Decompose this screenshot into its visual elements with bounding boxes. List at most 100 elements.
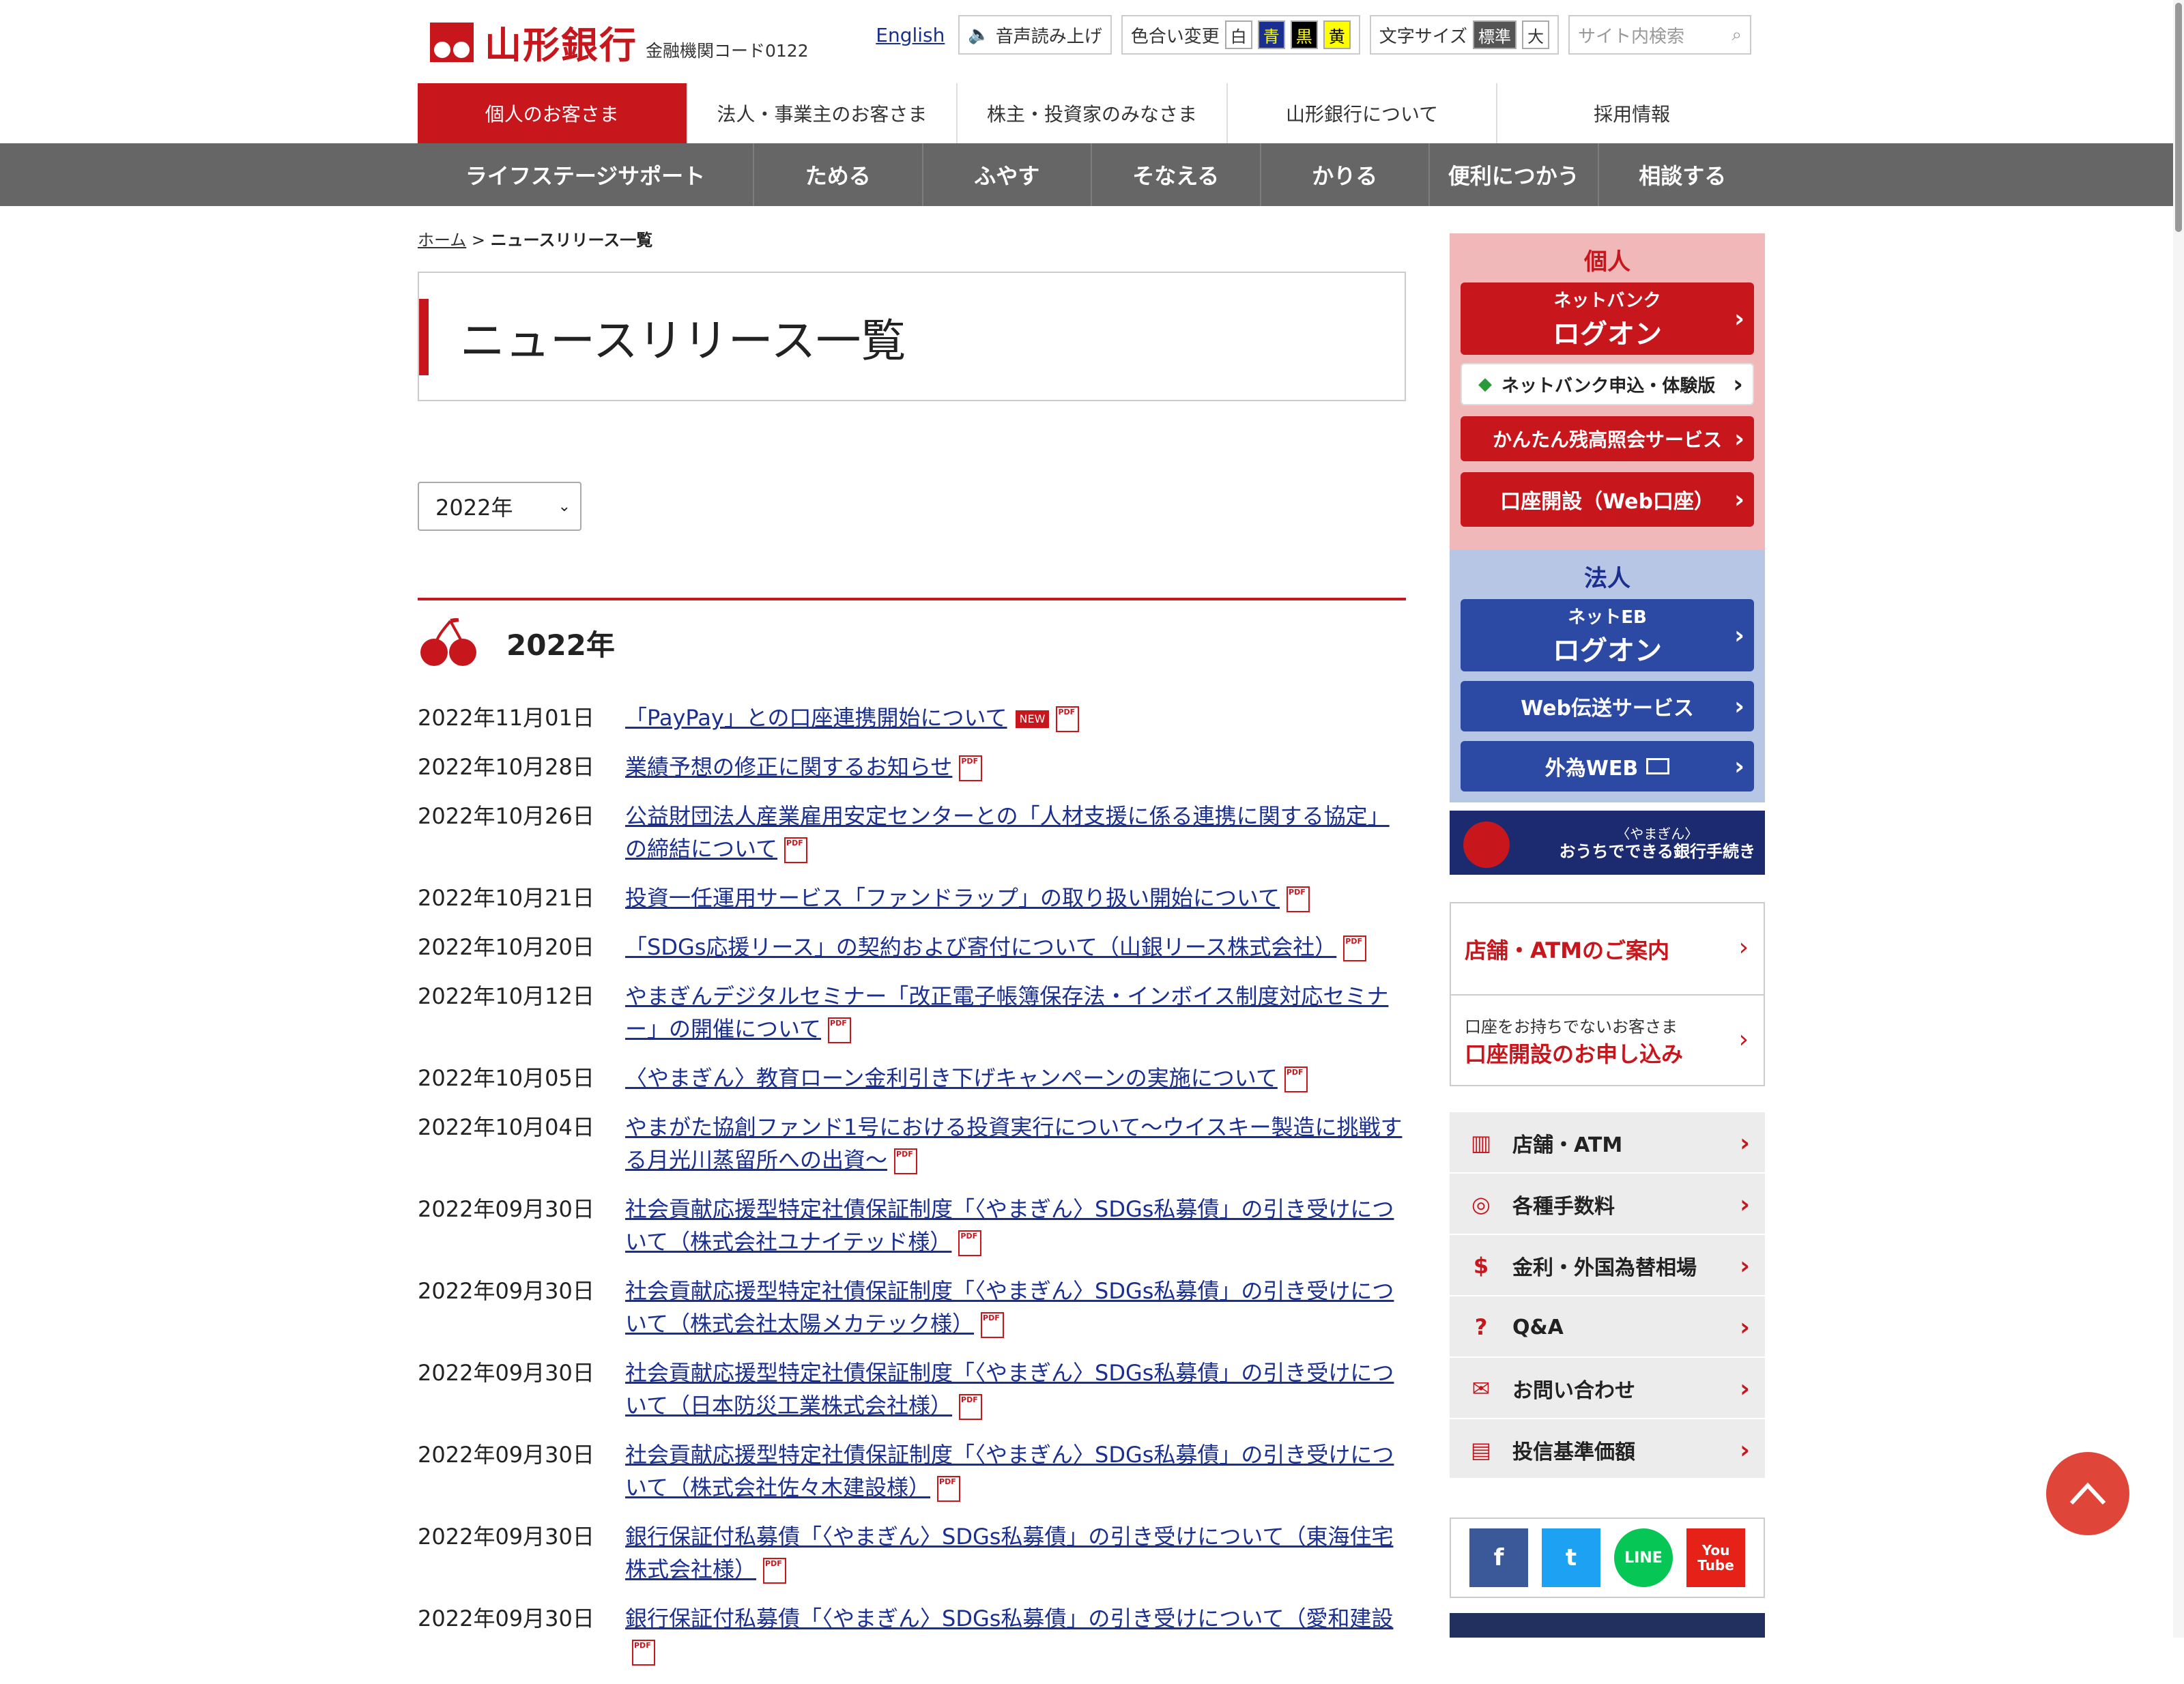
pdf-icon[interactable] bbox=[959, 745, 983, 781]
news-title-link[interactable]: 銀行保証付私募債「〈やまぎん〉SDGs私募債」の引き受けについて（愛和建設 bbox=[625, 1606, 1393, 1631]
news-title-link[interactable]: やまぎんデジタルセミナー「改正電子帳簿保存法・インボイス制度対応セミナー」の開催… bbox=[625, 983, 1388, 1042]
pdf-icon[interactable] bbox=[1343, 925, 1367, 961]
year-heading: 2022年 bbox=[506, 628, 615, 662]
scroll-to-top-button[interactable] bbox=[2046, 1452, 2129, 1535]
corporate-panel: 法人 ネットEB ログオン Web伝送サービス 外為WEB bbox=[1450, 550, 1765, 802]
sub-nav: ライフステージサポート ためる ふやす そなえる かりる 便利につかう 相談する bbox=[0, 143, 2184, 206]
font-large-button[interactable]: 大 bbox=[1522, 20, 1549, 49]
subnav-save[interactable]: ためる bbox=[754, 143, 923, 206]
nav-about[interactable]: 山形銀行について bbox=[1228, 83, 1498, 143]
menu-rates[interactable]: $ 金利・外国為替相場 bbox=[1450, 1236, 1765, 1296]
news-title-link[interactable]: やまがた協創ファンド1号における投資実行について～ウイスキー製造に挑戦する月光川… bbox=[625, 1114, 1402, 1173]
nav-personal[interactable]: 個人のお客さま bbox=[418, 83, 688, 143]
pdf-icon[interactable] bbox=[1056, 696, 1080, 732]
news-title-link[interactable]: 「PayPay」との口座連携開始について bbox=[625, 705, 1007, 731]
news-title-link[interactable]: 社会貢献応援型特定社債保証制度「〈やまぎん〉SDGs私募債」の引き受けについて（… bbox=[625, 1442, 1394, 1500]
nav-recruit[interactable]: 採用情報 bbox=[1497, 83, 1766, 143]
bottom-banner[interactable] bbox=[1450, 1613, 1765, 1638]
personal-head: 個人 bbox=[1584, 248, 1630, 276]
font-size-label: 文字サイズ bbox=[1379, 26, 1467, 47]
menu-fees-label: 各種手数料 bbox=[1512, 1195, 1615, 1219]
social-links: f t LINE You Tube bbox=[1450, 1518, 1765, 1598]
pdf-icon[interactable] bbox=[958, 1220, 982, 1256]
pdf-icon[interactable] bbox=[959, 1384, 983, 1420]
subnav-prepare[interactable]: そなえる bbox=[1092, 143, 1261, 206]
menu-qa[interactable]: ? Q&A bbox=[1450, 1298, 1765, 1358]
pdf-icon[interactable] bbox=[894, 1138, 918, 1174]
nav-corporate[interactable]: 法人・事業主のお客さま bbox=[688, 83, 958, 143]
account-open-button[interactable]: 口座開設（Web口座） bbox=[1461, 472, 1754, 527]
online-procedures-banner[interactable]: 〈やまぎん〉 おうちでできる銀行手続き bbox=[1450, 811, 1765, 875]
news-title-link[interactable]: 〈やまぎん〉教育ローン金利引き下げキャンペーンの実施について bbox=[625, 1065, 1278, 1091]
main-nav: 個人のお客さま 法人・事業主のお客さま 株主・投資家のみなさま 山形銀行について… bbox=[418, 83, 1766, 143]
font-standard-button[interactable]: 標準 bbox=[1473, 20, 1517, 49]
facebook-icon[interactable]: f bbox=[1469, 1528, 1528, 1587]
menu-contact[interactable]: ✉ お問い合わせ bbox=[1450, 1359, 1765, 1419]
site-search-input[interactable]: サイト内検索 ⌕ bbox=[1568, 15, 1751, 55]
color-yellow-button[interactable]: 黄 bbox=[1323, 20, 1351, 49]
page-scrollbar[interactable] bbox=[2173, 0, 2184, 1638]
no-account-label: 口座をお持ちでないお客さま bbox=[1465, 1017, 1678, 1036]
bank-name: 山形銀行 bbox=[485, 24, 637, 67]
building-icon: ▥ bbox=[1470, 1130, 1492, 1156]
year-select[interactable]: 2022年 ⌄ bbox=[418, 482, 581, 531]
account-application-link[interactable]: 口座をお持ちでないお客さま 口座開設のお申し込み bbox=[1451, 996, 1764, 1086]
menu-store-atm[interactable]: ▥ 店舗・ATM bbox=[1450, 1114, 1765, 1174]
menu-fund-price[interactable]: ▤ 投信基準価額 bbox=[1450, 1421, 1765, 1481]
balance-service-button[interactable]: かんたん残高照会サービス bbox=[1461, 416, 1754, 461]
netbank-apply-button[interactable]: ◆ ネットバンク申込・体験版 bbox=[1461, 363, 1754, 405]
netbank-logon-button[interactable]: ネットバンク ログオン bbox=[1461, 282, 1754, 355]
news-title-cell: 社会貢献応援型特定社債保証制度「〈やまぎん〉SDGs私募債」の引き受けについて（… bbox=[625, 1275, 1406, 1340]
voice-read-button[interactable]: 🔈 音声読み上げ bbox=[958, 15, 1112, 55]
fx-web-button[interactable]: 外為WEB bbox=[1461, 741, 1754, 792]
bank-logo[interactable]: 山形銀行 金融機関コード0122 bbox=[430, 15, 809, 69]
pdf-icon[interactable] bbox=[1284, 1056, 1308, 1092]
subnav-consult[interactable]: 相談する bbox=[1599, 143, 1767, 206]
pdf-icon[interactable] bbox=[937, 1466, 961, 1502]
news-title-link[interactable]: 業績予想の修正に関するお知らせ bbox=[625, 754, 952, 780]
chevron-up-icon bbox=[2069, 1482, 2106, 1505]
news-row: 2022年10月21日 投資一任運用サービス「ファンドラップ」の取り扱い開始につい… bbox=[418, 876, 1406, 914]
store-atm-guide-link[interactable]: 店舗・ATMのご案内 bbox=[1451, 903, 1764, 996]
pdf-icon[interactable] bbox=[784, 827, 808, 863]
news-title-link[interactable]: 公益財団法人産業雇用安定センターとの「人材支援に係る連携に関する協定」の締結につ… bbox=[625, 803, 1390, 862]
pdf-icon[interactable] bbox=[632, 1629, 655, 1666]
news-title-link[interactable]: 投資一任運用サービス「ファンドラップ」の取り扱い開始について bbox=[625, 885, 1280, 911]
news-title-cell: 〈やまぎん〉教育ローン金利引き下げキャンペーンの実施について bbox=[625, 1056, 1406, 1094]
menu-fees[interactable]: ◎ 各種手数料 bbox=[1450, 1175, 1765, 1235]
pdf-icon[interactable] bbox=[981, 1302, 1005, 1338]
header-tools: English 🔈 音声読み上げ 色合い変更 白 青 黒 黄 文字サイズ 標準 … bbox=[876, 14, 1751, 56]
search-icon[interactable]: ⌕ bbox=[1732, 25, 1742, 46]
pdf-icon[interactable] bbox=[763, 1548, 787, 1584]
title-accent-bar bbox=[419, 299, 429, 375]
breadcrumb-home[interactable]: ホーム bbox=[418, 231, 466, 250]
news-title-link[interactable]: 銀行保証付私募債「〈やまぎん〉SDGs私募債」の引き受けについて（東海住宅株式会… bbox=[625, 1524, 1393, 1582]
cherry-icon bbox=[420, 618, 476, 666]
twitter-icon[interactable]: t bbox=[1542, 1528, 1600, 1587]
pdf-icon[interactable] bbox=[828, 1007, 852, 1043]
nav-investors[interactable]: 株主・投資家のみなさま bbox=[958, 83, 1228, 143]
mail-icon: ✉ bbox=[1471, 1376, 1491, 1402]
news-title-link[interactable]: 社会貢献応援型特定社債保証制度「〈やまぎん〉SDGs私募債」の引き受けについて（… bbox=[625, 1196, 1394, 1255]
subnav-convenient[interactable]: 便利につかう bbox=[1430, 143, 1599, 206]
news-title-link[interactable]: 「SDGs応援リース」の契約および寄付について（山銀リース株式会社） bbox=[625, 934, 1336, 960]
scrollbar-thumb[interactable] bbox=[2175, 3, 2182, 232]
color-black-button[interactable]: 黒 bbox=[1290, 20, 1318, 49]
english-link[interactable]: English bbox=[876, 24, 945, 46]
banner-small-label: 〈やまぎん〉 bbox=[1616, 825, 1699, 842]
color-white-button[interactable]: 白 bbox=[1224, 20, 1252, 49]
news-title-link[interactable]: 社会貢献応援型特定社債保証制度「〈やまぎん〉SDGs私募債」の引き受けについて（… bbox=[625, 1360, 1394, 1419]
neteb-logon-button[interactable]: ネットEB ログオン bbox=[1461, 599, 1754, 671]
beginner-mark-icon: ◆ bbox=[1478, 374, 1492, 394]
line-icon[interactable]: LINE bbox=[1614, 1528, 1673, 1587]
news-title-cell: 銀行保証付私募債「〈やまぎん〉SDGs私募債」の引き受けについて（東海住宅株式会… bbox=[625, 1520, 1406, 1586]
news-title-link[interactable]: 社会貢献応援型特定社債保証制度「〈やまぎん〉SDGs私募債」の引き受けについて（… bbox=[625, 1278, 1394, 1337]
subnav-borrow[interactable]: かりる bbox=[1261, 143, 1430, 206]
web-transfer-button[interactable]: Web伝送サービス bbox=[1461, 681, 1754, 731]
youtube-icon[interactable]: You Tube bbox=[1686, 1528, 1745, 1587]
subnav-grow[interactable]: ふやす bbox=[923, 143, 1092, 206]
subnav-lifestage[interactable]: ライフステージサポート bbox=[418, 143, 754, 206]
search-placeholder: サイト内検索 bbox=[1578, 26, 1685, 47]
color-blue-button[interactable]: 青 bbox=[1257, 20, 1285, 49]
pdf-icon[interactable] bbox=[1287, 876, 1310, 912]
